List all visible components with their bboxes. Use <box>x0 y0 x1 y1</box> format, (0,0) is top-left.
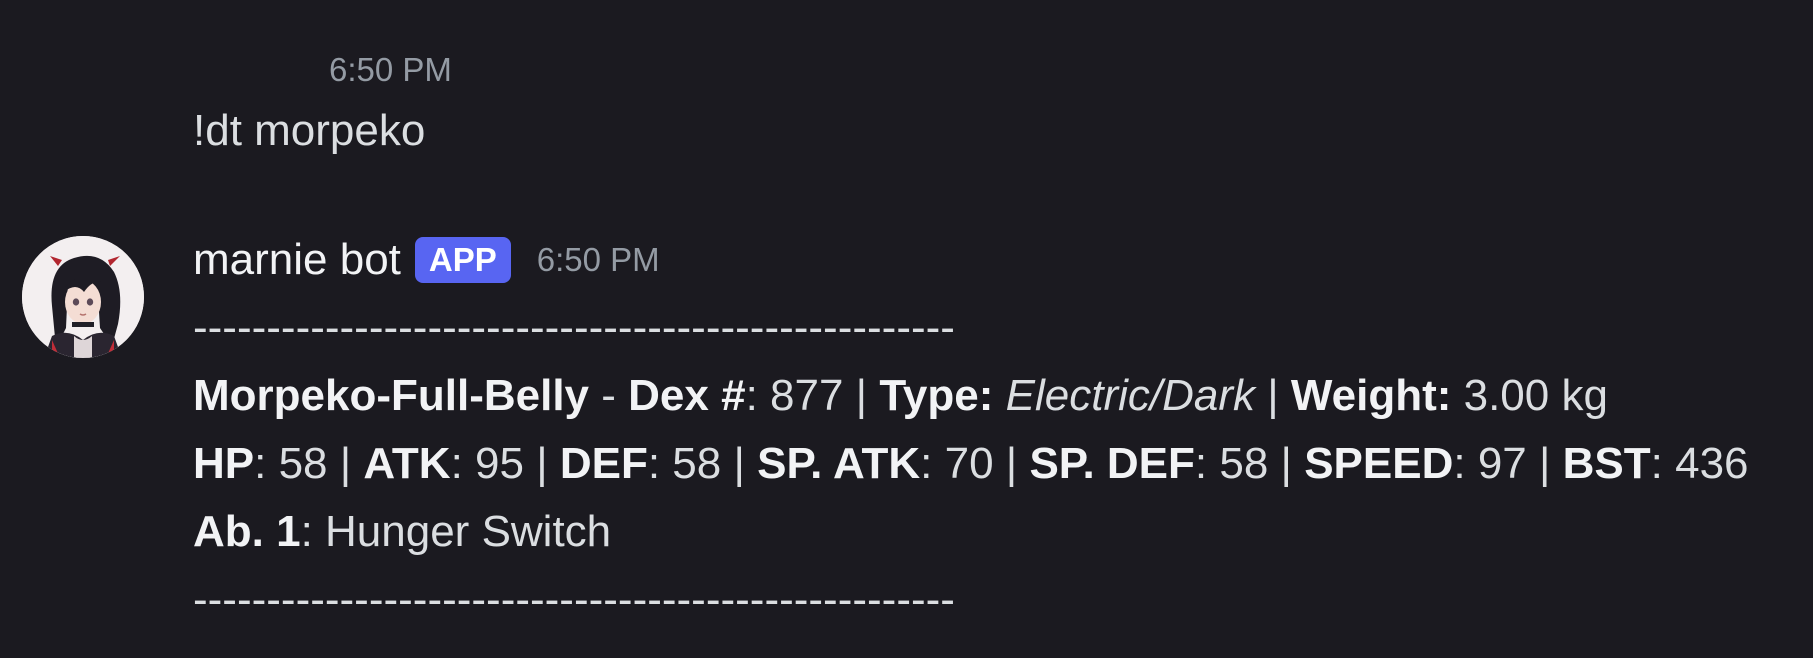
atk-value: : 95 | <box>450 439 560 488</box>
def-value: : 58 | <box>647 439 758 488</box>
separator: | <box>855 371 880 420</box>
type-value: Electric/Dark <box>993 371 1268 420</box>
avatar[interactable] <box>22 236 144 358</box>
def-label: DEF <box>559 439 648 488</box>
message-header: marnie bot APP 6:50 PM <box>193 230 660 290</box>
atk-label: ATK <box>363 439 451 488</box>
app-badge: APP <box>414 237 511 283</box>
info-line: Morpeko-Full-Belly - Dex #: 877 | Type: … <box>193 362 1749 430</box>
message-timestamp[interactable]: 6:50 PM <box>537 240 660 280</box>
ability-line: Ab. 1: Hunger Switch <box>193 498 1749 566</box>
weight-value: 3.00 kg <box>1451 371 1608 420</box>
spatk-label: SP. ATK <box>757 439 921 488</box>
dex-value: : 877 <box>745 371 856 420</box>
hp-value: : 58 | <box>254 439 364 488</box>
ability-value: : Hunger Switch <box>300 507 612 556</box>
weight-label: Weight: <box>1290 371 1452 420</box>
spdef-value: : 58 | <box>1194 439 1305 488</box>
ability-label: Ab. 1 <box>193 507 301 556</box>
speed-label: SPEED <box>1304 439 1454 488</box>
avatar-image <box>22 236 144 358</box>
dex-label: Dex # <box>628 371 746 420</box>
divider-bottom: ----------------------------------------… <box>193 575 955 624</box>
chat-area: 6:50 PM !dt morpeko marnie bot APP 6:50 … <box>0 0 1813 658</box>
message-content: ----------------------------------------… <box>193 294 1749 634</box>
username[interactable]: marnie bot <box>193 233 401 287</box>
hp-label: HP <box>193 439 255 488</box>
stats-line: HP: 58 | ATK: 95 | DEF: 58 | SP. ATK: 70… <box>193 430 1749 498</box>
spdef-label: SP. DEF <box>1029 439 1195 488</box>
bot-message: marnie bot APP 6:50 PM -----------------… <box>0 230 1813 630</box>
bst-label: BST <box>1562 439 1651 488</box>
name-dash: - <box>589 371 629 420</box>
type-label: Type: <box>879 371 994 420</box>
separator: | <box>1267 371 1291 420</box>
speed-value: : 97 | <box>1453 439 1563 488</box>
divider-top: ----------------------------------------… <box>193 303 955 352</box>
spatk-value: : 70 | <box>920 439 1030 488</box>
previous-message-text: !dt morpeko <box>193 106 426 155</box>
previous-message-timestamp[interactable]: 6:50 PM <box>329 50 452 90</box>
bst-value: : 436 <box>1650 439 1749 488</box>
pokemon-name: Morpeko-Full-Belly <box>193 371 590 420</box>
